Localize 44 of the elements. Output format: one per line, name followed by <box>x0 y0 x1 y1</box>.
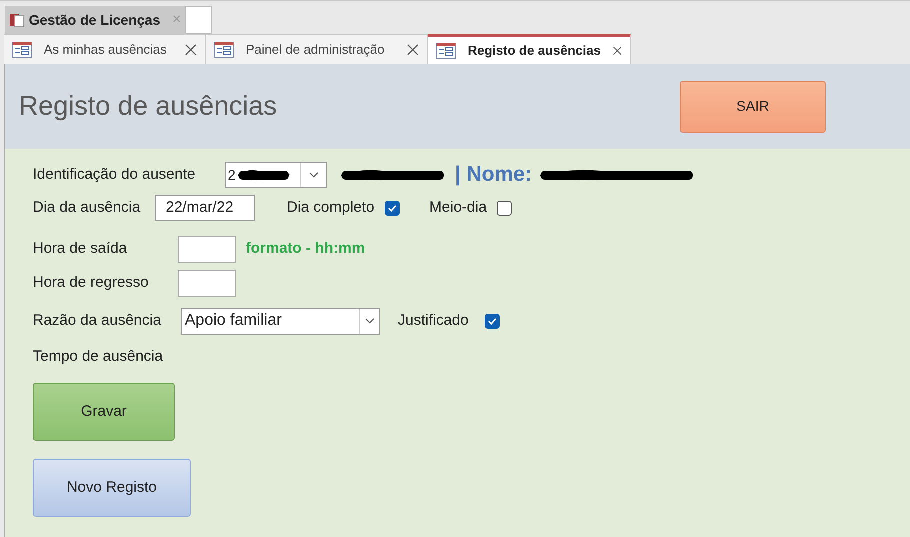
close-icon[interactable] <box>185 44 197 56</box>
close-icon[interactable] <box>612 44 622 56</box>
field-label: Razão da ausência <box>33 310 162 331</box>
combo-value: 2 <box>227 166 236 184</box>
absentee-combo-box[interactable]: 2 <box>225 162 327 188</box>
field-label: Dia da ausência <box>33 198 142 218</box>
database-icon <box>9 12 25 28</box>
object-tab[interactable]: Painel de administração <box>206 34 428 64</box>
checkbox-label: Meio-dia <box>430 198 488 218</box>
dropdown-caret-icon <box>364 318 374 324</box>
form-icon <box>12 42 32 58</box>
checkmark-icon <box>386 202 398 214</box>
checkbox-label: Justificado <box>398 310 469 331</box>
absentee-heading: | Nome: <box>455 162 532 188</box>
tab-label: Painel de administração <box>246 40 385 59</box>
combo-value: Apoio familiar <box>184 311 282 331</box>
field-label: Tempo de ausência <box>33 346 164 367</box>
checkbox[interactable] <box>484 314 500 328</box>
close-icon[interactable] <box>407 44 419 56</box>
exit-button[interactable]: SAIR <box>680 80 826 132</box>
checkbox-label: Dia completo <box>287 198 375 218</box>
checkbox[interactable] <box>384 200 400 216</box>
new-record-button[interactable]: Novo Registo <box>33 459 191 517</box>
object-tab[interactable]: As minhas ausências <box>4 34 206 64</box>
form-title: Registo de ausências <box>19 90 278 124</box>
form-icon <box>214 42 234 58</box>
time-field[interactable] <box>178 270 236 296</box>
field-label: Hora de regresso <box>33 272 150 293</box>
form-icon <box>436 42 456 58</box>
checkmark-icon <box>486 316 498 326</box>
field-label: Hora de saída <box>33 238 128 259</box>
field-label: Identificação do ausente <box>33 164 197 185</box>
document-tab-title: Gestão de Licenças <box>29 10 161 30</box>
tab-label: Registo de ausências <box>468 42 601 60</box>
tab-label: As minhas ausências <box>44 40 167 59</box>
time-field[interactable] <box>178 236 236 262</box>
format-hint: formato - hh:mm <box>246 238 366 259</box>
date-field[interactable]: 22/mar/22 <box>155 195 255 221</box>
dropdown-caret-icon <box>308 172 318 178</box>
checkbox[interactable] <box>497 200 512 216</box>
object-tab[interactable]: Registo de ausências <box>428 34 631 64</box>
document-tab[interactable]: Gestão de Licenças × <box>5 6 186 34</box>
reason-combo-box[interactable]: Apoio familiar <box>181 308 380 334</box>
save-button[interactable]: Gravar <box>33 383 175 441</box>
